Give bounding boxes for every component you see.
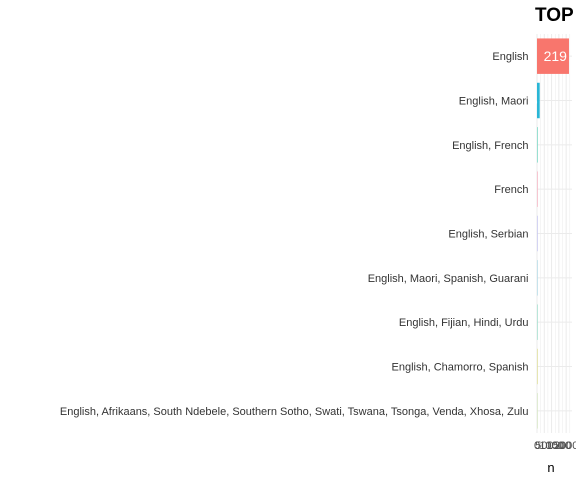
bar [537, 393, 538, 429]
bar [537, 215, 538, 252]
chart-title: TOP [535, 5, 574, 26]
bar [537, 348, 538, 385]
bar [537, 304, 538, 340]
chart: TOP 219 5 English English, Maori English, F… [0, 0, 576, 480]
category-label: English [492, 51, 528, 63]
data-label: 219 [544, 48, 568, 64]
category-labels: English English, Maori English, French Fren… [60, 51, 529, 418]
bar [537, 260, 538, 296]
x-axis-ticks: 0500100015002000 [534, 440, 576, 452]
category-label: English, French [452, 140, 528, 152]
category-label: English, Serbian [448, 229, 528, 241]
x-axis-title: n [547, 460, 554, 475]
category-label: English, Fijian, Hindi, Urdu [399, 317, 529, 329]
data-label: 5 [530, 93, 538, 109]
grid [536, 34, 572, 433]
category-label: English, Maori [459, 96, 529, 108]
category-label: French [494, 184, 528, 196]
bar [537, 127, 538, 163]
bar-chart: TOP 219 5 English English, Maori English, F… [60, 5, 576, 475]
category-label: English, Maori, Spanish, Guarani [368, 273, 529, 285]
x-tick-label: 2000 [554, 440, 576, 452]
bar [537, 171, 538, 207]
category-label: English, Chamorro, Spanish [392, 362, 529, 374]
category-label: English, Afrikaans, South Ndebele, South… [60, 406, 529, 418]
